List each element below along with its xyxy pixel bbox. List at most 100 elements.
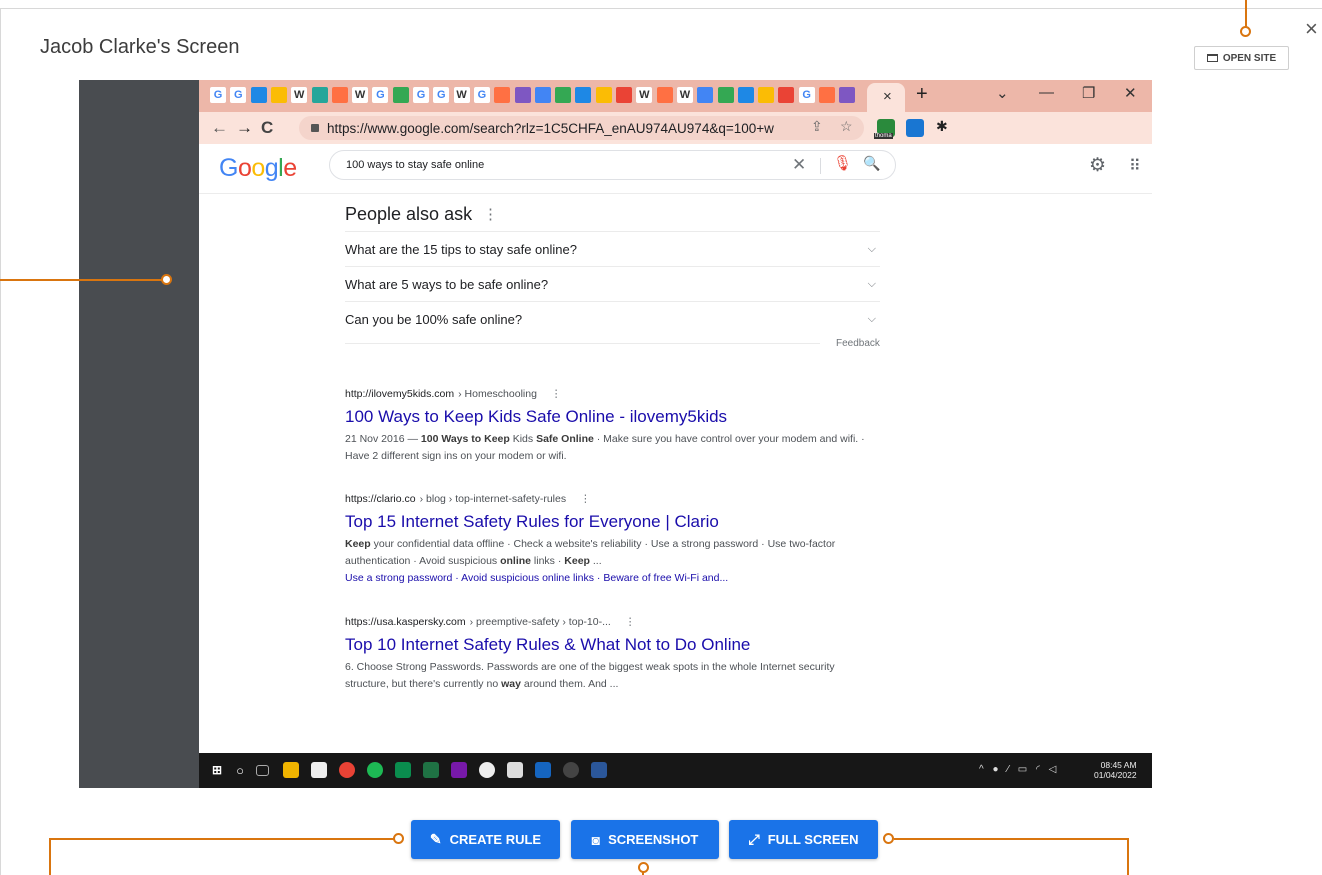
paa-question[interactable]: What are the 15 tips to stay safe online… — [345, 231, 880, 266]
browser-tab[interactable]: W — [291, 87, 308, 103]
address-url: https://www.google.com/search?rlz=1C5CHF… — [327, 120, 774, 136]
tab-close-icon[interactable]: × — [883, 88, 892, 105]
search-result: http://ilovemy5kids.com › Homeschooling … — [345, 388, 865, 465]
browser-tab[interactable] — [737, 87, 754, 103]
browser-tab[interactable]: W — [453, 87, 470, 103]
browser-tab[interactable] — [392, 87, 409, 103]
restore-icon[interactable]: ❐ — [1082, 84, 1095, 102]
browser-tab[interactable] — [819, 87, 835, 103]
system-tray[interactable]: ^ ● ⁄ ▭ ◜ ◁ — [979, 764, 1059, 775]
chrome-icon[interactable] — [339, 762, 355, 778]
browser-tab[interactable] — [595, 87, 612, 103]
browser-tab[interactable]: G — [230, 87, 247, 103]
new-tab-button[interactable]: + — [916, 83, 928, 106]
browser-tab[interactable] — [717, 87, 734, 103]
full-screen-label: FULL SCREEN — [767, 832, 859, 847]
search-icon[interactable]: 🔍 — [863, 155, 880, 172]
windows-start-icon[interactable]: ⊞ — [209, 762, 225, 778]
browser-tab[interactable]: G — [372, 87, 389, 103]
share-icon[interactable]: ⇪ — [811, 118, 823, 135]
result-site: http://ilovemy5kids.com — [345, 388, 455, 400]
result-breadcrumb: › blog › top-internet-safety-rules — [419, 493, 567, 505]
extension-icon[interactable] — [906, 119, 924, 137]
more-options-icon[interactable]: ⋮ — [483, 205, 498, 223]
browser-tab[interactable] — [616, 87, 632, 103]
browser-tab[interactable] — [575, 87, 592, 103]
spotify-icon[interactable] — [367, 762, 383, 778]
result-sitelinks[interactable]: Use a strong password · Avoid suspicious… — [345, 570, 865, 587]
search-circle-icon[interactable]: ○ — [232, 762, 248, 778]
result-title-link[interactable]: Top 15 Internet Safety Rules for Everyon… — [345, 511, 865, 533]
settings-gear-icon[interactable]: ⚙ — [1089, 154, 1106, 177]
open-site-button[interactable]: OPEN SITE — [1194, 46, 1289, 70]
bookmark-star-icon[interactable]: ☆ — [840, 118, 853, 135]
search-input[interactable]: 100 ways to stay safe online — [329, 150, 896, 180]
paa-question-text: What are 5 ways to be safe online? — [345, 276, 549, 292]
search-query: 100 ways to stay safe online — [346, 159, 485, 171]
browser-tab[interactable] — [697, 87, 714, 103]
full-screen-button[interactable]: ⤢ FULL SCREEN — [729, 820, 878, 859]
forward-icon[interactable]: → — [236, 118, 253, 138]
paa-question[interactable]: Can you be 100% safe online? ⌵ — [345, 301, 880, 336]
people-also-ask-title: People also ask — [345, 204, 473, 224]
paa-question[interactable]: What are 5 ways to be safe online? ⌵ — [345, 266, 880, 301]
browser-tab[interactable]: W — [352, 87, 369, 103]
back-icon[interactable]: ← — [211, 118, 228, 138]
clear-search-icon[interactable]: ✕ — [792, 155, 806, 175]
browser-tab[interactable] — [494, 87, 511, 103]
window-close-icon[interactable]: ✕ — [1124, 84, 1137, 102]
result-title-link[interactable]: Top 10 Internet Safety Rules & What Not … — [345, 634, 865, 656]
screenshot-button[interactable]: ◙ SCREENSHOT — [571, 820, 719, 859]
file-explorer-icon[interactable] — [283, 762, 299, 778]
remote-desktop[interactable]: GGWWGGGWGWWG × + ⌄ — ❐ ✕ ← → C https://w… — [199, 80, 1152, 788]
browser-tab[interactable]: G — [433, 87, 450, 103]
task-view-icon[interactable] — [256, 765, 269, 776]
more-options-icon[interactable]: ⋮ — [551, 388, 562, 400]
result-title-link[interactable]: 100 Ways to Keep Kids Safe Online - ilov… — [345, 406, 865, 428]
microphone-icon[interactable]: 🎙 — [833, 154, 852, 172]
create-rule-button[interactable]: ✎ CREATE RULE — [411, 820, 560, 859]
reload-icon[interactable]: C — [261, 118, 273, 138]
browser-tab[interactable] — [758, 87, 775, 103]
apps-grid-icon[interactable]: ⠿ — [1129, 156, 1141, 176]
browser-tab[interactable]: W — [636, 87, 653, 103]
browser-tab[interactable] — [311, 87, 328, 103]
app-icon[interactable] — [563, 762, 579, 778]
browser-tab[interactable] — [778, 87, 795, 103]
browser-tab[interactable]: G — [210, 87, 226, 103]
browser-tab[interactable] — [514, 87, 531, 103]
xbox-icon[interactable] — [479, 762, 495, 778]
annotation-dot — [1240, 26, 1251, 37]
browser-tab[interactable] — [839, 87, 856, 103]
more-options-icon[interactable]: ⋮ — [580, 493, 591, 505]
more-options-icon[interactable]: ⋮ — [625, 616, 636, 628]
notion-icon[interactable] — [535, 762, 551, 778]
browser-tab[interactable]: G — [473, 87, 490, 103]
browser-tab[interactable] — [534, 87, 551, 103]
browser-tab[interactable]: G — [413, 87, 429, 103]
browser-tab[interactable] — [331, 87, 348, 103]
puzzle-icon[interactable]: ✱ — [936, 118, 948, 135]
store-icon[interactable] — [311, 762, 327, 778]
browser-tab[interactable] — [250, 87, 267, 103]
tab-search-icon[interactable]: ⌄ — [996, 84, 1009, 102]
address-bar[interactable]: https://www.google.com/search?rlz=1C5CHF… — [299, 116, 864, 140]
excel-icon[interactable] — [423, 762, 439, 778]
browser-tab[interactable] — [270, 87, 287, 103]
onenote-icon[interactable] — [451, 762, 467, 778]
dialog-border — [0, 8, 1, 875]
expand-icon: ⤢ — [748, 831, 760, 847]
feedback-link[interactable]: Feedback — [836, 338, 880, 349]
close-icon[interactable]: × — [1305, 16, 1318, 42]
sway-icon[interactable] — [395, 762, 411, 778]
word-icon[interactable] — [591, 762, 607, 778]
taskbar-clock[interactable]: 08:45 AM 01/04/2022 — [1094, 760, 1137, 780]
browser-tab[interactable] — [656, 87, 673, 103]
browser-tab[interactable]: G — [798, 87, 815, 103]
mail-icon[interactable] — [507, 762, 523, 778]
minimize-icon[interactable]: — — [1039, 84, 1054, 101]
google-logo[interactable]: Google — [219, 154, 297, 183]
result-site: https://clario.co — [345, 493, 416, 505]
browser-tab[interactable]: W — [676, 87, 693, 103]
browser-tab[interactable] — [555, 87, 572, 103]
